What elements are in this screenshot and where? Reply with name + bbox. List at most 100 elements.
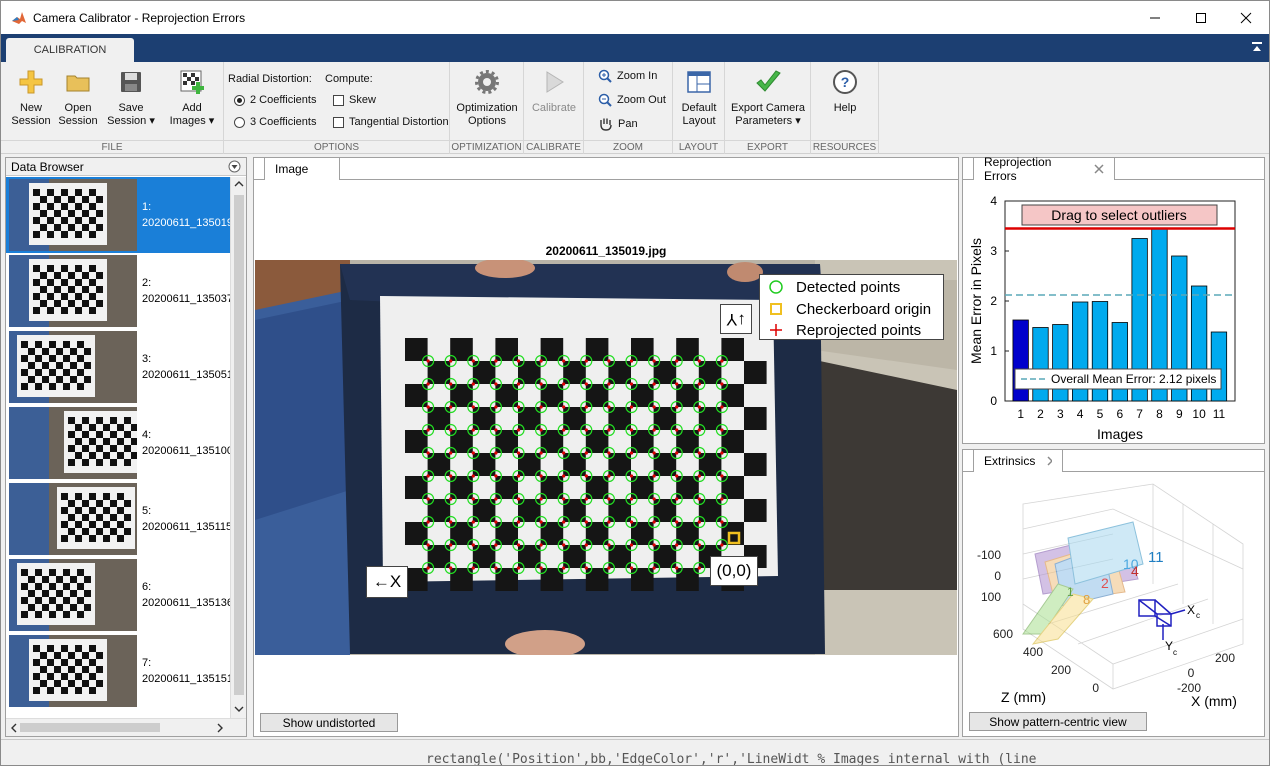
- radio-3-coefficients[interactable]: 3 Coefficients: [234, 116, 316, 128]
- show-undistorted-button[interactable]: Show undistorted: [260, 713, 398, 732]
- reprojected-point: [426, 359, 430, 363]
- camera-calibrator-window: Camera Calibrator - Reprojection Errors …: [0, 0, 1270, 766]
- maximize-button[interactable]: [1178, 1, 1224, 34]
- reprojected-point: [449, 566, 453, 570]
- reprojected-point: [471, 520, 475, 524]
- reprojected-point: [471, 497, 475, 501]
- camera-x-label: X: [1187, 603, 1195, 617]
- camera-y-subscript: c: [1173, 648, 1177, 657]
- zoom-in-button[interactable]: Zoom In: [598, 69, 657, 83]
- reprojected-point: [697, 474, 701, 478]
- reprojected-point: [675, 359, 679, 363]
- horizontal-scrollbar[interactable]: [6, 718, 246, 736]
- thumbnail-item[interactable]: 6: 20200611_135136: [6, 557, 230, 633]
- thumbnail-item[interactable]: 3: 20200611_135051: [6, 329, 230, 405]
- y-tick-label: 2: [990, 294, 997, 308]
- scroll-left-icon[interactable]: [8, 720, 20, 736]
- thumbnail-item[interactable]: 7: 20200611_135151: [6, 633, 230, 709]
- reprojected-point: [652, 428, 656, 432]
- reprojected-point: [607, 520, 611, 524]
- reprojected-point: [471, 474, 475, 478]
- scrollbar-thumb[interactable]: [234, 195, 244, 695]
- zoom-out-icon: [598, 93, 612, 107]
- reprojected-point: [516, 520, 521, 524]
- thumbnail-item[interactable]: 2: 20200611_135037: [6, 253, 230, 329]
- close-tab-icon[interactable]: [1047, 456, 1052, 466]
- calibrate-button[interactable]: Calibrate: [526, 66, 582, 115]
- default-layout-button[interactable]: Default Layout: [675, 66, 723, 128]
- reprojected-point: [494, 428, 498, 432]
- tab-image[interactable]: Image: [264, 157, 340, 180]
- reprojected-point: [494, 451, 498, 455]
- svg-text:?: ?: [841, 74, 850, 90]
- y-tick-label: 4: [990, 194, 997, 208]
- checkbox-skew[interactable]: Skew: [333, 94, 376, 106]
- layout-icon: [687, 71, 711, 93]
- thumbnail-list[interactable]: 1: 20200611_135019 2: 20200611_135037 3: 2020…: [6, 177, 230, 717]
- reprojected-point: [516, 359, 521, 363]
- tab-calibration[interactable]: CALIBRATION: [6, 38, 134, 62]
- reprojected-point: [584, 451, 588, 455]
- reprojection-error-chart[interactable]: 1 2 3 4 5 6 7 8 9 10 1101234Drag to select outlier…: [963, 181, 1264, 443]
- reprojected-point: [539, 497, 543, 501]
- show-pattern-centric-view-button[interactable]: Show pattern-centric view: [969, 712, 1147, 731]
- tab-reprojection-errors[interactable]: Reprojection Errors: [973, 155, 1115, 183]
- reprojected-point: [652, 474, 656, 478]
- reprojected-point: [652, 497, 656, 501]
- x-axis-label: Images: [1097, 426, 1143, 442]
- reprojected-point: [584, 543, 588, 547]
- reprojected-point: [629, 405, 634, 409]
- open-session-button[interactable]: Open Session: [55, 66, 101, 128]
- scroll-down-icon[interactable]: [231, 702, 247, 716]
- checkbox-tangential-distortion[interactable]: Tangential Distortion: [333, 116, 449, 128]
- hscrollbar-thumb[interactable]: [20, 723, 160, 732]
- origin-label: (0,0): [716, 561, 752, 580]
- thumbnail-image: [9, 483, 137, 555]
- reprojected-point: [449, 520, 453, 524]
- reprojected-point: [449, 405, 453, 409]
- reprojected-point: [449, 382, 453, 386]
- thumbnail-item[interactable]: 4: 20200611_135100: [6, 405, 230, 481]
- close-button[interactable]: [1223, 1, 1269, 34]
- reprojected-point: [629, 359, 634, 363]
- reprojected-point: [697, 451, 701, 455]
- z-tick-label: 400: [1023, 645, 1043, 659]
- radio-2-coefficients[interactable]: 2 Coefficients: [234, 94, 316, 106]
- background-code-text: rectangle('Position',bb,'EdgeColor','r',…: [426, 752, 1037, 766]
- vertical-scrollbar[interactable]: [230, 177, 246, 718]
- x-tick-label: 9: [1176, 407, 1183, 421]
- thumbnail-item[interactable]: 5: 20200611_135115: [6, 481, 230, 557]
- add-images-button[interactable]: Add Images ▾: [163, 66, 221, 128]
- reprojected-point: [607, 474, 611, 478]
- collapse-ribbon-icon[interactable]: [1251, 41, 1263, 53]
- panel-menu-icon[interactable]: [228, 160, 241, 173]
- bar: [1210, 331, 1228, 402]
- extrinsics-3d-plot[interactable]: 11 10 4 2 8 1 X c Y c -100 0 100 600 400…: [963, 474, 1264, 714]
- export-camera-parameters-button[interactable]: Export Camera Parameters ▾: [727, 66, 809, 128]
- group-label-optimization: OPTIMIZATION: [450, 140, 523, 153]
- save-session-button[interactable]: Save Session ▾: [103, 66, 159, 128]
- reprojected-point: [629, 428, 634, 432]
- reprojected-point: [652, 566, 656, 570]
- scroll-right-icon[interactable]: [214, 720, 226, 736]
- reprojected-point: [426, 543, 430, 547]
- pan-button[interactable]: Pan: [598, 117, 638, 131]
- thumbnail-label: 7: 20200611_135151: [142, 657, 230, 685]
- new-session-button[interactable]: New Session: [7, 66, 55, 128]
- tab-extrinsics[interactable]: Extrinsics: [973, 449, 1063, 472]
- camera-icon: [1138, 599, 1186, 640]
- optimization-options-button[interactable]: Optimization Options: [452, 66, 522, 128]
- reprojected-point: [629, 566, 634, 570]
- minimize-button[interactable]: [1132, 1, 1178, 34]
- minimize-icon: [1150, 17, 1160, 18]
- thumbnail-item[interactable]: 1: 20200611_135019: [6, 177, 230, 253]
- reprojected-point: [607, 451, 611, 455]
- close-tab-icon[interactable]: [1094, 164, 1104, 174]
- z-tick-label: 200: [1051, 663, 1071, 677]
- x-tick-label: 200: [1215, 651, 1235, 665]
- reprojected-point: [697, 405, 701, 409]
- help-button[interactable]: ? Help: [821, 66, 869, 115]
- zoom-out-button[interactable]: Zoom Out: [598, 93, 666, 107]
- scroll-up-icon[interactable]: [231, 177, 247, 191]
- thumbnail-label: 5: 20200611_135115: [142, 505, 230, 533]
